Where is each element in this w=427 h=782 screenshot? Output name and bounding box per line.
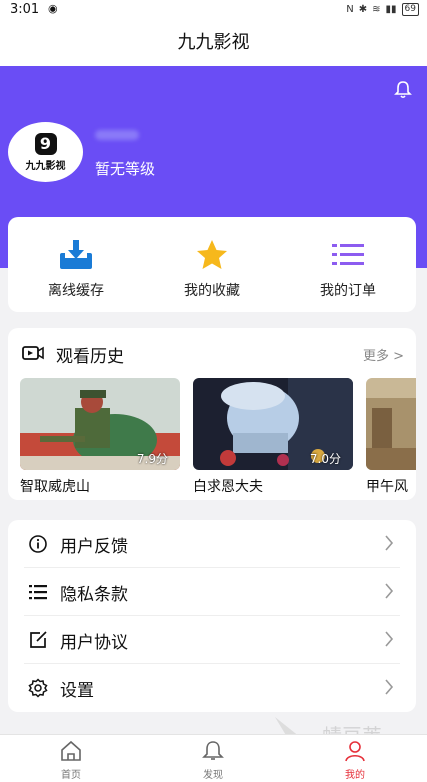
username-blurred [95,130,139,140]
tab-home-label: 首页 [61,770,81,781]
signal-icon: ▮▮ [385,4,397,15]
app-logo-icon: 9 [34,132,57,155]
menu-label-privacy: 隐私条款 [60,585,128,605]
status-bar: 3:01 ◉ N ✱ ≋ ▮▮ 69 [0,0,427,20]
menu-item-feedback[interactable]: 用户反馈 [8,520,416,568]
star-icon [197,240,227,269]
history-thumbnail-2[interactable]: 7.0分 [193,378,353,470]
wifi-icon: ≋ [372,4,381,15]
movie-title-2[interactable]: 白求恩大夫 [193,476,263,496]
my-favorites-button[interactable]: 我的收藏 [144,217,280,312]
menu-label-settings: 设置 [60,681,94,701]
info-icon [29,535,47,553]
quick-actions-card: 离线缓存 我的收藏 我的订单 [8,217,416,312]
tab-mine-label: 我的 [345,770,365,781]
tab-discover[interactable]: 发现 [142,735,284,782]
tab-mine[interactable]: 我的 [284,735,426,782]
poster-image-3 [366,378,416,470]
chevron-right-icon [385,631,394,647]
notification-bell-icon[interactable] [393,80,413,100]
status-time: 3:01 [10,2,40,17]
avatar[interactable]: 9 九九影视 [8,122,83,182]
chevron-right-icon [385,583,394,599]
movie-title-1[interactable]: 智取威虎山 [20,476,90,496]
menu-label-agreement: 用户协议 [60,633,128,653]
offline-cache-button[interactable]: 离线缓存 [8,217,144,312]
battery-icon: 69 [401,3,419,16]
chevron-right-icon [385,535,394,551]
gear-icon [28,678,48,698]
list-bullets-icon [29,585,47,600]
nfc-icon: N [346,4,354,15]
user-level: 暂无等级 [95,160,156,178]
app-title: 九九影视 [0,20,427,66]
menu-label-feedback: 用户反馈 [60,537,128,557]
download-icon [60,240,92,269]
history-more-link[interactable]: 更多 > [363,345,404,364]
my-favorites-label: 我的收藏 [184,283,240,299]
movie-title-3[interactable]: 甲午风 [366,476,408,496]
list-icon [332,244,364,265]
history-thumbnail-3[interactable] [366,378,416,470]
chevron-right-icon [385,679,394,695]
rating-1: 7.9分 [136,452,168,466]
eye-icon: ◉ [48,2,58,15]
status-icons: N ✱ ≋ ▮▮ 69 [346,3,419,16]
edit-icon [30,631,47,648]
watch-history-card: 观看历史 更多 > 7.9分 智取威虎山 7.0分 白求恩大夫 甲午风 [8,328,416,500]
tab-home[interactable]: 首页 [0,735,142,782]
my-orders-button[interactable]: 我的订单 [280,217,416,312]
user-icon [345,741,365,762]
bottom-tab-bar: 首页 发现 我的 [0,734,427,782]
bluetooth-icon: ✱ [358,4,368,15]
menu-item-agreement[interactable]: 用户协议 [8,616,416,664]
avatar-logo-text: 九九影视 [25,160,66,172]
rating-2: 7.0分 [309,452,341,466]
history-thumbnail-1[interactable]: 7.9分 [20,378,180,470]
offline-cache-label: 离线缓存 [48,283,104,299]
home-icon [61,740,81,761]
tab-discover-label: 发现 [203,770,223,781]
settings-menu-card: 用户反馈 隐私条款 用户协议 设置 [8,520,416,712]
history-title: 观看历史 [56,347,124,367]
bell-icon [202,741,224,760]
video-icon [22,346,44,360]
menu-item-privacy[interactable]: 隐私条款 [8,568,416,616]
my-orders-label: 我的订单 [320,283,376,299]
menu-item-settings[interactable]: 设置 [8,664,416,712]
